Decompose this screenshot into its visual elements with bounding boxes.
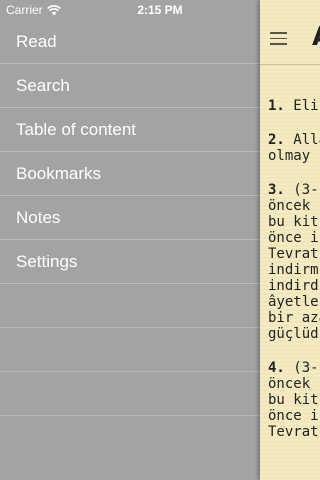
- menu-item-label: Bookmarks: [16, 163, 102, 183]
- verse-number: 2.: [268, 132, 285, 148]
- menu-item-read[interactable]: Read: [0, 20, 260, 64]
- menu-empty-row: [0, 372, 260, 416]
- verse-text: âyetle: [268, 294, 319, 310]
- verse-text: (3-: [293, 360, 319, 376]
- menu-item-label: Notes: [16, 207, 61, 227]
- verse-text: Elif: [293, 98, 320, 114]
- verse-text: bu kit: [268, 214, 319, 230]
- menu-item-label: Table of content: [16, 119, 137, 139]
- verse-text: Alla: [293, 132, 320, 148]
- menu-item-settings[interactable]: Settings: [0, 240, 260, 284]
- menu-item-bookmarks[interactable]: Bookmarks: [0, 152, 260, 196]
- menu-item-search[interactable]: Search: [0, 64, 260, 108]
- verse-number: 1.: [268, 98, 285, 114]
- verse-text: öncek: [268, 376, 311, 392]
- nav-divider: [260, 64, 320, 65]
- verse-number: 3.: [268, 182, 285, 198]
- menu-item-label: Search: [16, 75, 70, 95]
- menu-item-label: Read: [16, 31, 57, 51]
- verse-text: önce i: [268, 230, 319, 246]
- verse-3: 3. (3- öncek bu kit önce i Tevrat indirm…: [268, 182, 320, 342]
- verse-text: (3-: [293, 182, 319, 198]
- verse-text: indird: [268, 278, 319, 294]
- menu-empty-row: [0, 284, 260, 328]
- reader-title: A: [312, 22, 320, 52]
- verse-list: 1. Elif 2. Alla olmay 3. (3- öncek bu ki…: [268, 98, 320, 458]
- verse-text: Tevrat: [268, 246, 319, 262]
- verse-2: 2. Alla olmay: [268, 132, 320, 164]
- menu-item-table-of-content[interactable]: Table of content: [0, 108, 260, 152]
- verse-text: önce i: [268, 408, 319, 424]
- verse-1: 1. Elif: [268, 98, 320, 114]
- verse-text: güçlüd: [268, 326, 319, 342]
- verse-text: olmay: [268, 148, 311, 164]
- verse-text: bu kit: [268, 392, 319, 408]
- verse-4: 4. (3- öncek bu kit önce i Tevrat: [268, 360, 320, 440]
- verse-text: öncek: [268, 198, 311, 214]
- menu-item-label: Settings: [16, 251, 78, 271]
- verse-text: bir aza: [268, 310, 320, 326]
- verse-text: Tevrat: [268, 424, 319, 440]
- verse-text: indirm: [268, 262, 319, 278]
- verse-number: 4.: [268, 360, 285, 376]
- menu-item-notes[interactable]: Notes: [0, 196, 260, 240]
- side-menu: Read Search Table of content Bookmarks N…: [0, 20, 260, 480]
- hamburger-menu-icon[interactable]: [270, 32, 287, 45]
- menu-empty-row: [0, 328, 260, 372]
- reader-panel[interactable]: A 1. Elif 2. Alla olmay 3. (3- öncek bu …: [260, 0, 320, 480]
